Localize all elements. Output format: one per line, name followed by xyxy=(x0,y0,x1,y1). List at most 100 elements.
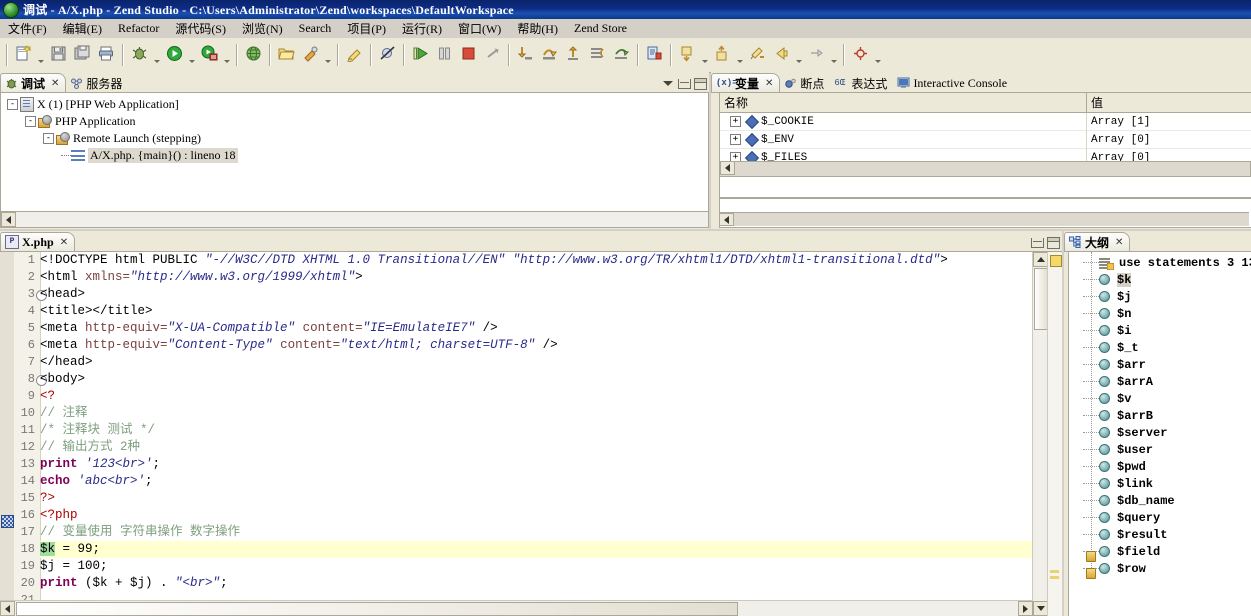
table-row[interactable]: + $_COOKIE Array [1] xyxy=(720,112,1251,131)
print-button[interactable] xyxy=(94,43,118,67)
tab-servers[interactable]: 服务器 xyxy=(66,73,129,92)
outline-item[interactable]: $query xyxy=(1069,509,1251,526)
save-all-button[interactable] xyxy=(70,43,94,67)
outline-list-container[interactable]: use statements 3 13- $k $j $n $i $_t $arr $arrA… xyxy=(1068,252,1251,616)
drop-to-frame-button[interactable] xyxy=(585,43,609,67)
open-browser-button[interactable] xyxy=(241,43,265,67)
code-line[interactable]: $k = 99; xyxy=(40,541,1062,558)
editor-overview-ruler[interactable] xyxy=(1047,252,1062,616)
column-header-value[interactable]: 值 xyxy=(1086,93,1251,113)
code-editor[interactable]: 123-45678-9101112131415161718192021 <!DO… xyxy=(0,252,1062,616)
column-header-name[interactable]: 名称 xyxy=(720,93,1087,113)
variable-name-cell[interactable]: + $_ENV xyxy=(720,130,1087,149)
editor-hscrollbar[interactable] xyxy=(0,600,1033,616)
debug-tree-node[interactable]: A/X.php. {main}() : lineno 18 xyxy=(1,147,708,164)
outline-item[interactable]: $n xyxy=(1069,305,1251,322)
menu-item-9[interactable]: 帮助(H) xyxy=(509,19,566,38)
code-line[interactable]: <body> xyxy=(40,371,1062,388)
chevron-down-icon[interactable] xyxy=(35,39,46,71)
view-menu-icon[interactable] xyxy=(661,77,675,90)
disconnect-button[interactable] xyxy=(480,43,504,67)
debug-tree-node[interactable]: - Remote Launch (stepping) xyxy=(1,130,708,147)
debug-tree-node[interactable]: - PHP Application xyxy=(1,113,708,130)
outline-item[interactable]: $db_name xyxy=(1069,492,1251,509)
outline-item[interactable]: $_t xyxy=(1069,339,1251,356)
tree-expander[interactable]: - xyxy=(43,133,54,144)
tab-debug[interactable]: 调试 ✕ xyxy=(0,73,67,92)
variable-value-cell[interactable]: Array [1] xyxy=(1086,112,1251,131)
skip-breakpoints-button[interactable] xyxy=(375,43,399,67)
code-line[interactable]: // 注释 xyxy=(40,405,1062,422)
tree-expander[interactable]: + xyxy=(730,116,741,127)
code-line[interactable]: echo 'abc<br>'; xyxy=(40,473,1062,490)
chevron-down-icon[interactable] xyxy=(734,39,745,71)
outline-item[interactable]: $arr xyxy=(1069,356,1251,373)
code-line[interactable]: // 变量使用 字符串操作 数字操作 xyxy=(40,524,1062,541)
forward-button[interactable] xyxy=(804,43,828,67)
outline-item[interactable]: $server xyxy=(1069,424,1251,441)
profile-button[interactable] xyxy=(197,43,221,67)
maximize-icon[interactable] xyxy=(1046,236,1060,249)
back-button[interactable] xyxy=(769,43,793,67)
editor-vscrollbar[interactable] xyxy=(1032,252,1048,616)
variables-hscrollbar[interactable] xyxy=(719,161,1251,177)
close-icon[interactable]: ✕ xyxy=(765,78,773,89)
code-line[interactable]: <? xyxy=(40,388,1062,405)
table-row[interactable]: + $_ENV Array [0] xyxy=(720,130,1251,149)
debug-hscrollbar[interactable] xyxy=(0,211,709,228)
step-over-button[interactable] xyxy=(537,43,561,67)
close-icon[interactable]: ✕ xyxy=(51,78,59,89)
next-annotation-button[interactable] xyxy=(675,43,699,67)
suspend-button[interactable] xyxy=(432,43,456,67)
outline-item[interactable]: $k xyxy=(1069,271,1251,288)
chevron-down-icon[interactable] xyxy=(186,39,197,71)
outline-item[interactable]: $arrB xyxy=(1069,407,1251,424)
step-return-button[interactable] xyxy=(561,43,585,67)
outline-item[interactable]: $v xyxy=(1069,390,1251,407)
detail-hscrollbar[interactable] xyxy=(719,212,1249,226)
tree-expander[interactable]: + xyxy=(730,134,741,145)
maximize-icon[interactable] xyxy=(693,77,707,90)
code-line[interactable]: ?> xyxy=(40,490,1062,507)
code-line[interactable]: print '123<br>'; xyxy=(40,456,1062,473)
editor-hscrollbar-thumb[interactable] xyxy=(16,602,738,616)
variable-name-cell[interactable]: + $_COOKIE xyxy=(720,112,1087,131)
save-button[interactable] xyxy=(46,43,70,67)
menu-item-7[interactable]: 运行(R) xyxy=(394,19,450,38)
code-line[interactable]: /* 注释块 测试 */ xyxy=(40,422,1062,439)
code-line[interactable]: <title></title> xyxy=(40,303,1062,320)
code-line[interactable]: </head> xyxy=(40,354,1062,371)
variables-table-container[interactable]: 名称 值 + $_COOKIE Array [1] + $_ENV Array … xyxy=(719,93,1251,198)
menu-item-6[interactable]: 项目(P) xyxy=(339,19,394,38)
debug-tree-container[interactable]: -X (1) [PHP Web Application] - PHP Applica… xyxy=(0,93,709,212)
tab-breakpoints[interactable]: 断点 xyxy=(780,73,831,92)
menu-item-1[interactable]: 编辑(E) xyxy=(55,19,110,38)
chevron-down-icon[interactable] xyxy=(793,39,804,71)
menu-item-10[interactable]: Zend Store xyxy=(566,20,635,37)
outline-item[interactable]: $field xyxy=(1069,543,1251,562)
code-line[interactable]: $j = 100; xyxy=(40,558,1062,575)
terminate-button[interactable] xyxy=(456,43,480,67)
close-icon[interactable]: ✕ xyxy=(1115,237,1123,248)
outline-item[interactable]: use statements 3 13- xyxy=(1069,254,1251,271)
previous-annotation-button[interactable] xyxy=(710,43,734,67)
tree-expander[interactable]: - xyxy=(25,116,36,127)
tab-interactive-console[interactable]: Interactive Console xyxy=(893,73,1014,92)
minimize-icon[interactable] xyxy=(1030,236,1044,249)
zend-tool-button[interactable] xyxy=(298,43,322,67)
menu-item-3[interactable]: 源代码(S) xyxy=(167,19,234,38)
outline-item[interactable]: $link xyxy=(1069,475,1251,492)
debug-tree-node[interactable]: - X (1) [PHP Web Application] xyxy=(1,96,708,113)
chevron-down-icon[interactable] xyxy=(699,39,710,71)
outline-item[interactable]: $arrA xyxy=(1069,373,1251,390)
tab-outline[interactable]: 大纲 ✕ xyxy=(1064,232,1131,251)
tab-x-php[interactable]: P X.php ✕ xyxy=(0,232,76,251)
outline-item[interactable]: $pwd xyxy=(1069,458,1251,475)
code-line[interactable]: <!DOCTYPE html PUBLIC "-//W3C//DTD XHTML… xyxy=(40,252,1062,269)
code-line[interactable]: <meta http-equiv="Content-Type" content=… xyxy=(40,337,1062,354)
menu-item-5[interactable]: Search xyxy=(291,20,340,37)
open-type-button[interactable] xyxy=(642,43,666,67)
editor-vscrollbar-thumb[interactable] xyxy=(1034,268,1048,330)
debug-button[interactable] xyxy=(127,43,151,67)
code-line[interactable]: <html xmlns="http://www.w3.org/1999/xhtm… xyxy=(40,269,1062,286)
